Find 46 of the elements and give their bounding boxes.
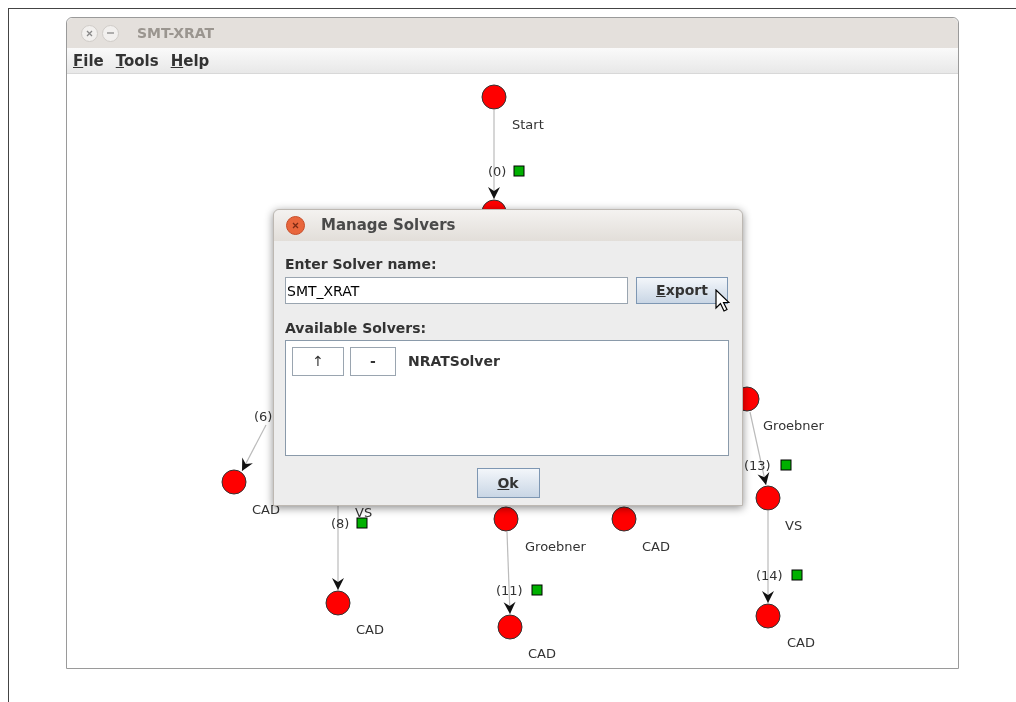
menu-item[interactable]: Tools: [115, 51, 159, 70]
edge-label: (11): [496, 583, 523, 598]
edge-label: (6): [254, 409, 273, 424]
graph-node: [755, 485, 781, 511]
node-label: CAD: [528, 646, 556, 661]
graph-node: [221, 469, 247, 495]
window-title: SMT-XRAT: [137, 23, 215, 43]
status-square-icon: [356, 517, 368, 529]
graph-node: [497, 614, 523, 640]
graph-node: [325, 590, 351, 616]
move-up-button[interactable]: ↑: [292, 347, 344, 376]
node-label: VS: [785, 518, 803, 533]
graph-node: [493, 506, 519, 532]
graph-node: [611, 506, 637, 532]
solver-name: NRATSolver: [408, 352, 500, 371]
close-icon[interactable]: [286, 216, 305, 235]
status-square-icon: [791, 569, 803, 581]
node-label: Groebner: [763, 418, 824, 433]
remove-button[interactable]: -: [350, 347, 396, 376]
minimize-icon[interactable]: [102, 24, 119, 42]
graph-node: [755, 603, 781, 629]
menu-item[interactable]: File: [73, 51, 104, 70]
graph-node: [481, 84, 507, 110]
node-label: CAD: [356, 622, 384, 637]
node-label: CAD: [787, 635, 815, 650]
export-button[interactable]: Export: [636, 277, 728, 304]
menu-item[interactable]: Help: [170, 51, 210, 70]
dialog-title: Manage Solvers: [321, 215, 456, 237]
status-square-icon: [513, 165, 525, 177]
status-square-icon: [531, 584, 543, 596]
edge-label: (8): [331, 516, 350, 531]
ok-button[interactable]: Ok: [476, 468, 540, 498]
node-label: Groebner: [525, 539, 586, 554]
edge-label: (14): [756, 568, 783, 583]
edge-label: (0): [488, 164, 507, 179]
edge-label: (13): [744, 458, 771, 473]
node-label: VS: [355, 505, 373, 520]
field-label: Enter Solver name:: [285, 255, 438, 273]
solver-name-field[interactable]: SMT_XRAT: [285, 277, 628, 304]
node-label: Start: [512, 117, 544, 132]
node-label: CAD: [252, 502, 280, 517]
node-label: CAD: [642, 539, 670, 554]
mouse-cursor-icon: [715, 289, 730, 313]
list-label: Available Solvers:: [285, 319, 428, 337]
status-square-icon: [780, 459, 792, 471]
graph-edge-arrow: [241, 424, 267, 472]
